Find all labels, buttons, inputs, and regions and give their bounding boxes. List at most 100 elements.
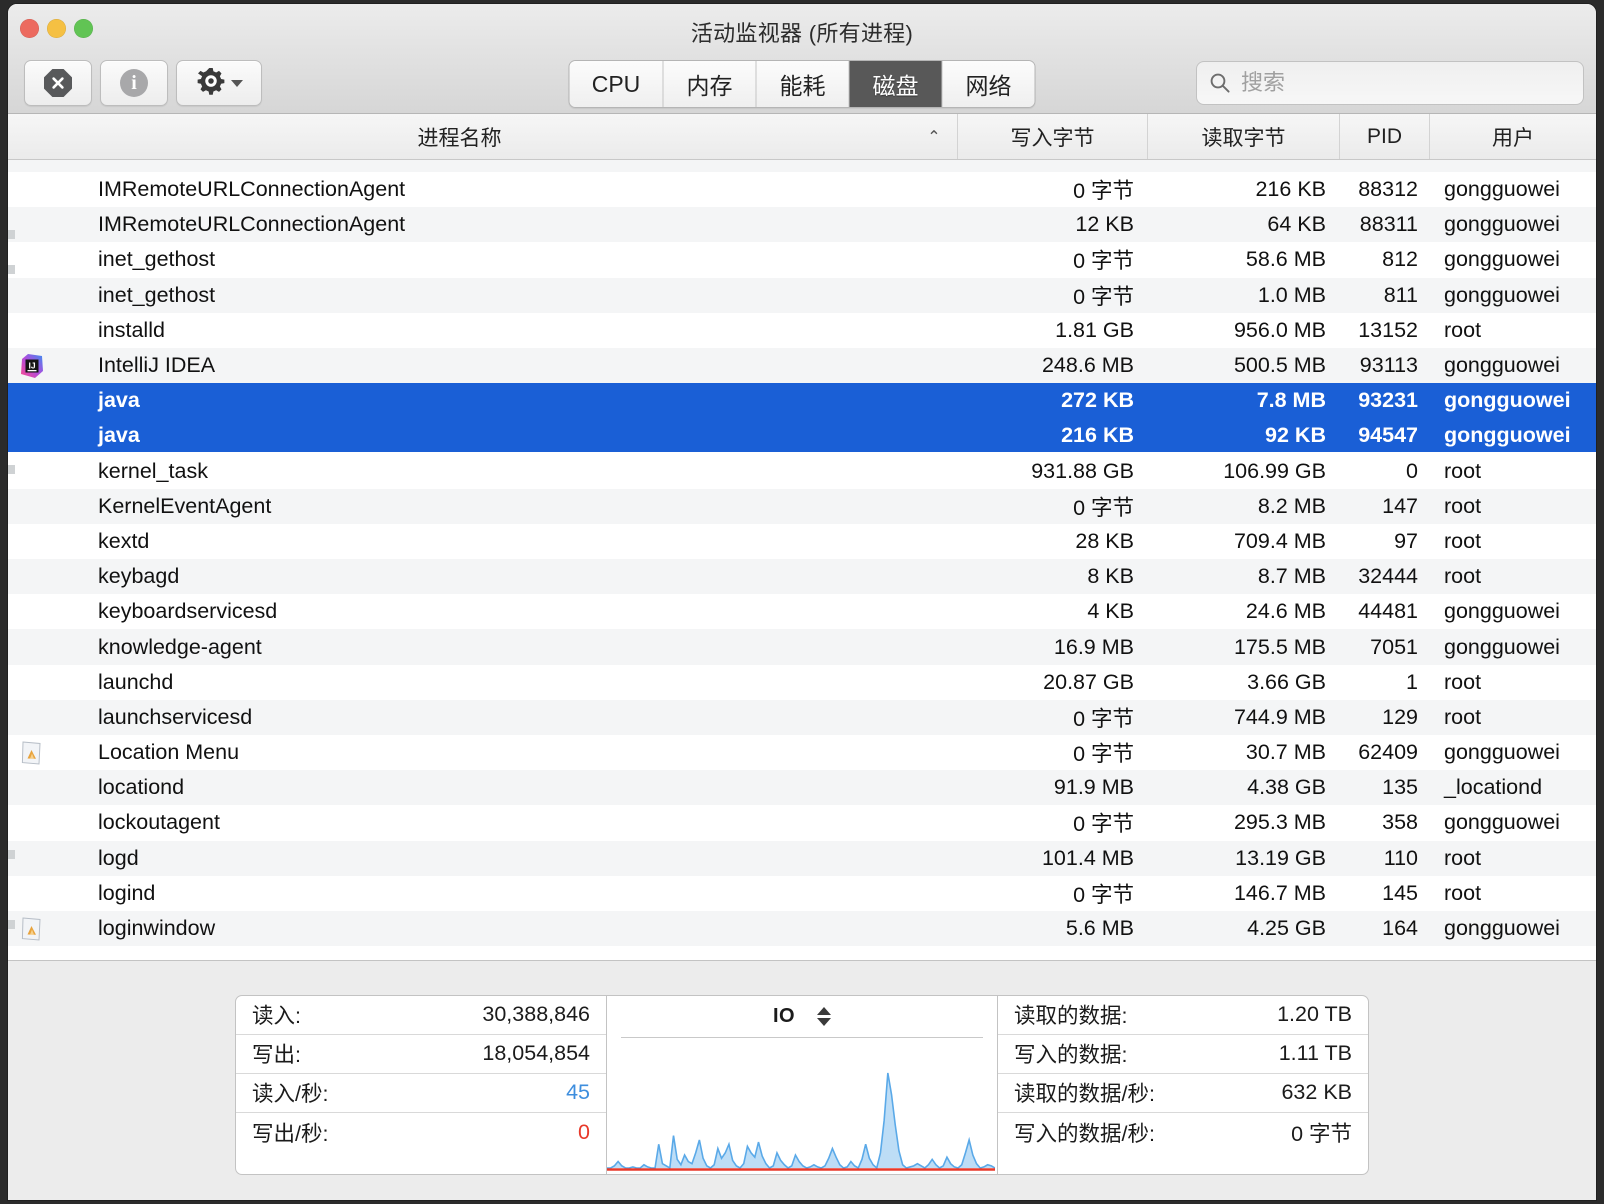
cell-read-bytes: 30.7 MB — [1245, 740, 1326, 765]
cell-process-name: loginwindow — [98, 916, 216, 941]
search-box[interactable] — [1196, 61, 1584, 105]
table-row[interactable]: installd 1.81 GB 956.0 MB 13152 root — [8, 313, 1596, 348]
table-row[interactable]: java 216 KB 92 KB 94547 gongguowei — [8, 418, 1596, 454]
cell-pid: 44481 — [1358, 599, 1418, 624]
cell-user: gongguowei — [1444, 353, 1560, 378]
data-volume-panel: 读取的数据: 1.20 TB 写入的数据: 1.11 TB 读取的数据/秒: 632 KB… — [997, 994, 1369, 1175]
cell-pid: 13152 — [1358, 317, 1418, 342]
table-row[interactable]: launchservicesd 0 字节 744.9 MB 129 root — [8, 699, 1596, 735]
cell-user: root — [1444, 669, 1482, 694]
row-icon — [8, 739, 56, 767]
data-volume-row: 读取的数据: 1.20 TB — [998, 996, 1368, 1035]
cell-user: root — [1444, 845, 1482, 870]
table-row[interactable]: logd 101.4 MB 13.19 GB 110 root — [8, 840, 1596, 876]
cell-pid: 812 — [1382, 247, 1418, 272]
table-row-partial[interactable] — [8, 160, 1596, 172]
title-bar: 活动监视器 (所有进程) — [8, 4, 1596, 52]
io-graph-canvas — [607, 1038, 997, 1174]
cell-process-name: java — [98, 388, 140, 413]
column-header-pid[interactable]: PID — [1340, 114, 1430, 159]
io-count-row: 读入: 30,388,846 — [236, 996, 606, 1035]
sort-ascending-icon: ⌃ — [927, 128, 941, 146]
table-row[interactable]: KernelEventAgent 0 字节 8.2 MB 147 root — [8, 488, 1596, 524]
column-header-write-bytes[interactable]: 写入字节 — [958, 114, 1148, 159]
cell-process-name: IntelliJ IDEA — [98, 353, 216, 378]
cell-write-bytes: 5.6 MB — [1065, 916, 1134, 941]
intellij-idea-icon: IJ — [19, 353, 45, 379]
cell-user: root — [1444, 493, 1482, 518]
cell-process-name: knowledge-agent — [98, 634, 262, 659]
document-sheet-icon — [19, 739, 45, 767]
table-row[interactable]: inet_gethost 0 字节 1.0 MB 811 gongguowei — [8, 277, 1596, 313]
cell-read-bytes: 956.0 MB — [1233, 317, 1326, 342]
table-row[interactable]: inet_gethost 0 字节 58.6 MB 812 gongguowei — [8, 242, 1596, 277]
table-row[interactable]: Location Menu 0 字节 30.7 MB 62409 gongguowei — [8, 735, 1596, 770]
column-header-process-name[interactable]: 进程名称 ⌃ — [8, 114, 958, 159]
cell-read-bytes: 58.6 MB — [1245, 247, 1326, 272]
cell-read-bytes: 1.0 MB — [1257, 282, 1326, 307]
cell-pid: 62409 — [1358, 740, 1418, 765]
cell-process-name: kextd — [98, 528, 150, 553]
cell-user: gongguowei — [1444, 810, 1560, 835]
cell-write-bytes: 0 字节 — [1073, 882, 1134, 907]
cell-read-bytes: 744.9 MB — [1233, 704, 1326, 729]
table-row[interactable]: knowledge-agent 16.9 MB 175.5 MB 7051 gonggu… — [8, 629, 1596, 665]
table-row[interactable]: IMRemoteURLConnectionAgent 0 字节 216 KB 8831… — [8, 172, 1596, 207]
table-row[interactable]: java 272 KB 7.8 MB 93231 gongguowei — [8, 383, 1596, 419]
cell-write-bytes: 28 KB — [1075, 528, 1134, 553]
column-header-user[interactable]: 用户 — [1430, 114, 1596, 159]
tab-energy[interactable]: 能耗 — [755, 61, 849, 107]
activity-monitor-window: 活动监视器 (所有进程) i CPU 内存 能耗 磁盘 网络 搜索 进程名称 ⌃… — [8, 4, 1596, 1200]
graph-mode-stepper[interactable] — [817, 1006, 832, 1026]
inspect-process-button[interactable]: i — [100, 60, 168, 106]
stat-value: 45 — [566, 1080, 590, 1104]
cell-read-bytes: 13.19 GB — [1235, 845, 1326, 870]
table-row[interactable]: IMRemoteURLConnectionAgent 12 KB 64 KB 8831… — [8, 207, 1596, 243]
tab-memory[interactable]: 内存 — [662, 61, 756, 107]
svg-text:IJ: IJ — [28, 360, 35, 370]
cell-process-name: lockoutagent — [98, 810, 220, 835]
chevron-down-icon — [817, 1017, 832, 1026]
stat-value: 0 字节 — [1291, 1121, 1352, 1146]
cell-write-bytes: 20.87 GB — [1043, 669, 1134, 694]
column-label-process-name: 进程名称 — [417, 126, 502, 150]
disk-summary-panel: 读入: 30,388,846 写出: 18,054,854 读入/秒: 45 写出/秒: 0 … — [8, 960, 1596, 1200]
process-table[interactable]: IMRemoteURLConnectionAgent 0 字节 216 KB 8831… — [8, 160, 1596, 960]
cell-process-name: logind — [98, 880, 156, 905]
cell-process-name: logd — [98, 845, 139, 870]
cell-user: _locationd — [1444, 775, 1543, 800]
window-title: 活动监视器 (所有进程) — [690, 21, 914, 46]
tab-cpu[interactable]: CPU — [569, 61, 663, 107]
tab-disk[interactable]: 磁盘 — [848, 61, 942, 107]
table-row[interactable]: lockoutagent 0 字节 295.3 MB 358 gongguowei — [8, 805, 1596, 840]
table-row[interactable]: locationd 91.9 MB 4.38 GB 135 _locationd — [8, 770, 1596, 806]
column-header-read-bytes[interactable]: 读取字节 — [1148, 114, 1340, 159]
cell-pid: 129 — [1382, 704, 1418, 729]
cell-pid: 164 — [1382, 916, 1418, 941]
table-row[interactable]: loginwindow 5.6 MB 4.25 GB 164 gongguowei — [8, 910, 1596, 947]
cell-user: root — [1444, 528, 1482, 553]
search-icon — [1209, 72, 1231, 94]
cell-user: gongguowei — [1444, 247, 1560, 272]
table-row[interactable]: logind 0 字节 146.7 MB 145 root — [8, 876, 1596, 911]
io-count-row: 写出/秒: 0 — [236, 1113, 606, 1152]
quit-process-button[interactable] — [24, 60, 92, 106]
table-row[interactable]: kernel_task 931.88 GB 106.99 GB 0 root — [8, 454, 1596, 489]
table-row[interactable]: IJ IntelliJ IDEA 248.6 MB 500.5 MB 93113 gong… — [8, 347, 1596, 384]
cell-user: root — [1444, 880, 1482, 905]
tab-network[interactable]: 网络 — [941, 61, 1035, 107]
table-row[interactable]: kextd 28 KB 709.4 MB 97 root — [8, 524, 1596, 559]
search-input[interactable] — [1241, 70, 1571, 96]
cell-write-bytes: 12 KB — [1075, 212, 1134, 237]
stat-value: 1.11 TB — [1278, 1041, 1352, 1065]
cell-read-bytes: 24.6 MB — [1245, 599, 1326, 624]
data-volume-row: 写入的数据/秒: 0 字节 — [998, 1113, 1368, 1152]
cell-process-name: inet_gethost — [98, 247, 216, 272]
cell-user: gongguowei — [1444, 916, 1560, 941]
cell-write-bytes: 0 字节 — [1073, 495, 1134, 520]
cell-user: gongguowei — [1444, 634, 1560, 659]
table-row[interactable]: launchd 20.87 GB 3.66 GB 1 root — [8, 665, 1596, 700]
table-row[interactable]: keyboardservicesd 4 KB 24.6 MB 44481 gongguo… — [8, 594, 1596, 629]
view-options-button[interactable] — [176, 60, 262, 106]
table-row[interactable]: keybagd 8 KB 8.7 MB 32444 root — [8, 559, 1596, 595]
